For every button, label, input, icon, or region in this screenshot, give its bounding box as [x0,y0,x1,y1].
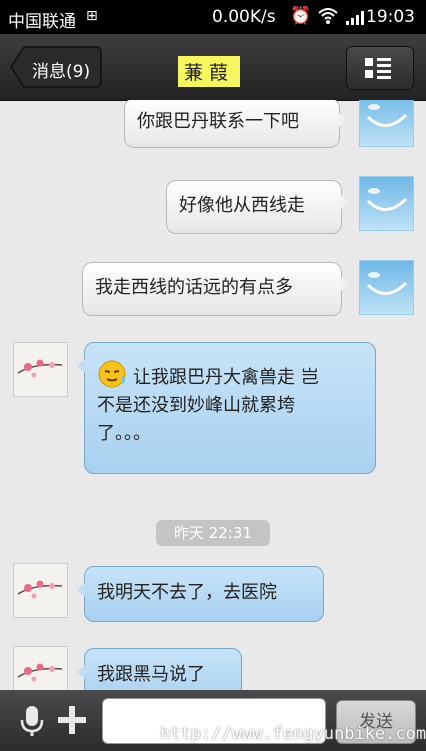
network-speed: 0.00K/s [212,7,276,27]
flower-avatar-image [17,663,63,682]
status-bar: 中国联通 ⊞ 0.00K/s ⏰ 19:03 [0,0,426,34]
avatar[interactable] [359,260,414,315]
message-bubble-received[interactable]: 我跟黑马说了 [77,648,242,690]
message-text-line: 了。。。 [97,423,151,444]
back-button-label: 消息(9) [32,62,91,82]
contact-name: 蒹葭 [178,56,241,87]
sky-avatar-image [366,188,408,211]
menu-button[interactable] [346,46,414,90]
message-text: 你跟巴丹联系一下吧 [137,111,299,132]
smiley-emoji-icon [98,360,126,388]
message-bubble-sent[interactable]: 好像他从西线走 [166,180,349,234]
chat-area[interactable]: 你跟巴丹联系一下吧 好像他从西线走 我走西线的话远的有点多 让我跟巴丹大禽兽走 … [0,100,426,690]
avatar[interactable] [359,176,414,231]
message-text-line: 不是还没到妙峰山就累垮 [97,395,295,416]
message-bubble-received[interactable]: 我明天不去了，去医院 [77,566,324,622]
message-text-line: 让我跟巴丹大禽兽走 岂 [133,367,319,388]
message-text: 好像他从西线走 [179,195,305,216]
avatar[interactable] [13,563,68,618]
flower-avatar-image [17,359,63,378]
message-bubble-received[interactable]: 让我跟巴丹大禽兽走 岂 不是还没到妙峰山就累垮 了。。。 [77,342,376,474]
alarm-icon: ⏰ [290,6,312,26]
sky-avatar-image [366,104,408,127]
avatar[interactable] [13,342,68,397]
title-bar: 消息(9) 蒹葭 [0,34,426,101]
message-text: 我跟黑马说了 [97,664,205,685]
signal-icon [346,11,364,25]
message-text: 我走西线的话远的有点多 [95,277,293,298]
flower-avatar-image [17,580,63,599]
microphone-icon[interactable] [18,704,46,738]
avatar[interactable] [359,100,414,147]
message-bubble-sent[interactable]: 我走西线的话远的有点多 [82,262,349,316]
sky-avatar-image [366,272,408,295]
avatar[interactable] [13,646,68,690]
add-attachment-icon[interactable] [56,704,88,736]
message-bubble-sent[interactable]: 你跟巴丹联系一下吧 [124,100,347,148]
message-text: 我明天不去了，去医院 [97,582,277,603]
clock: 19:03 [366,7,415,27]
sim-icon: ⊞ [86,8,98,24]
timestamp-badge: 昨天 22:31 [156,520,270,546]
watermark-text: http://www.fengyunbike.com [160,724,426,744]
back-button[interactable]: 消息(9) [10,46,102,88]
carrier-label: 中国联通 [8,12,76,32]
wifi-icon [318,8,338,24]
